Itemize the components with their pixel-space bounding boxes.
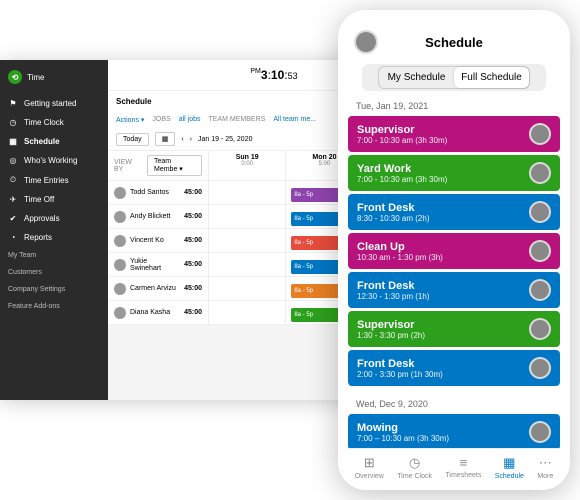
shift-card[interactable]: Yard Work7:00 - 10:30 am (3h 30m) [348,155,560,191]
nav-icon: ✈ [8,195,18,204]
tab-overview[interactable]: ⊞Overview [355,455,384,480]
segment-my-schedule[interactable]: My Schedule [379,67,454,88]
day-cell[interactable] [208,301,285,324]
shift-card[interactable]: Mowing7:00 – 10:30 am (3h 30m) [348,414,560,448]
member-hours: 45:00 [184,213,202,220]
viewby-dropdown[interactable]: Team Membe ▾ [147,155,202,176]
date-label: Wed, Dec 9, 2020 [348,389,560,414]
member-name: Todd Santos [130,189,169,196]
tab-timesheets[interactable]: ≡Timesheets [445,455,481,480]
nav-icon: ▦ [8,137,18,146]
member-avatar [114,283,126,295]
member-name: Andy Blickett [130,213,170,220]
mobile-app: Schedule My ScheduleFull Schedule Tue, J… [338,10,570,490]
shift-card[interactable]: Clean Up10:30 am - 1:30 pm (3h) [348,233,560,269]
member-hours: 45:00 [184,189,202,196]
nav-getting-started[interactable]: ⚑Getting started [0,94,108,113]
member-avatar [114,211,126,223]
member-name: Yukie Swinehart [130,258,180,272]
shift-card[interactable]: Front Desk12:30 - 1:30 pm (1h) [348,272,560,308]
prev-arrow[interactable]: ‹ [181,136,183,143]
member-hours: 45:00 [184,237,202,244]
nav-icon: ⏲ [8,175,18,185]
nav-time-entries[interactable]: ⏲Time Entries [0,170,108,190]
brand-name: Time [27,73,44,82]
day-cell[interactable] [208,229,285,252]
member-avatar [114,307,126,319]
schedule-icon: ▦ [503,455,515,471]
member-name: Carmen Arvizu [130,285,176,292]
brand: ⟲ Time [0,66,108,94]
timesheets-icon: ≡ [460,455,468,470]
assignee-avatar [529,123,551,145]
shift-card[interactable]: Front Desk2:00 - 3:30 pm (1h 30m) [348,350,560,386]
nav-schedule[interactable]: ▦Schedule [0,132,108,151]
member-hours: 45:00 [184,261,202,268]
member-hours: 45:00 [184,309,202,316]
phone-header: Schedule [348,26,560,64]
nav-icon: ✔ [8,214,18,223]
section-my-team[interactable]: My Team [0,247,108,264]
tab-more[interactable]: ⋯More [537,455,553,480]
shift-card[interactable]: Supervisor1:30 - 3:30 pm (2h) [348,311,560,347]
assignee-avatar [529,240,551,262]
tab-schedule[interactable]: ▦Schedule [495,455,524,480]
section-customers[interactable]: Customers [0,264,108,281]
member-avatar [114,235,126,247]
actions-dropdown[interactable]: Actions ▾ [116,116,144,124]
nav-time-off[interactable]: ✈Time Off [0,190,108,209]
nav-icon: ◔ [8,233,18,242]
nav-reports[interactable]: ◔Reports [0,228,108,247]
day-cell[interactable] [208,205,285,228]
nav-icon: ⚑ [8,99,18,108]
section-company-settings[interactable]: Company Settings [0,281,108,298]
segment-full-schedule[interactable]: Full Schedule [454,67,529,88]
jobs-filter[interactable]: all jobs [179,116,201,124]
calendar-button[interactable]: ▦ [155,132,176,146]
assignee-avatar [529,318,551,340]
day-cell[interactable] [208,181,285,204]
assignee-avatar [529,162,551,184]
date-label: Tue, Jan 19, 2021 [348,91,560,116]
member-name: Vincent Ko [130,237,164,244]
overview-icon: ⊞ [364,455,375,471]
assignee-avatar [529,421,551,443]
today-button[interactable]: Today [116,133,149,146]
section-feature-add-ons[interactable]: Feature Add-ons [0,298,108,315]
assignee-avatar [529,201,551,223]
team-filter[interactable]: All team me... [273,116,316,124]
time clock-icon: ◷ [409,455,420,471]
sidebar: ⟲ Time ⚑Getting started◷Time Clock▦Sched… [0,60,108,400]
date-range: Jan 19 - 25, 2020 [198,136,253,143]
more-icon: ⋯ [539,455,552,471]
shift-card[interactable]: Front Desk8:30 - 10:30 am (2h) [348,194,560,230]
day-cell[interactable] [208,277,285,300]
member-hours: 45:00 [184,285,202,292]
nav-time-clock[interactable]: ◷Time Clock [0,113,108,132]
phone-title: Schedule [386,35,522,50]
brand-logo: ⟲ [8,70,22,84]
shift-card[interactable]: Supervisor7:00 - 10:30 am (3h 30m) [348,116,560,152]
nav-icon: ◷ [8,118,18,127]
user-avatar[interactable] [354,30,378,54]
member-avatar [114,259,126,271]
next-arrow[interactable]: › [190,136,192,143]
nav-who's-working[interactable]: ◎Who's Working [0,151,108,170]
nav-approvals[interactable]: ✔Approvals [0,209,108,228]
assignee-avatar [529,279,551,301]
day-cell[interactable] [208,253,285,276]
tab-time clock[interactable]: ◷Time Clock [397,455,432,480]
nav-icon: ◎ [8,156,18,165]
member-avatar [114,187,126,199]
assignee-avatar [529,357,551,379]
day-header: Sun 190:00 [208,151,285,180]
segment-control[interactable]: My ScheduleFull Schedule [362,64,546,91]
tab-bar: ⊞Overview ◷Time Clock ≡Timesheets ▦Schedule… [348,448,560,482]
member-name: Diana Kasha [130,309,170,316]
